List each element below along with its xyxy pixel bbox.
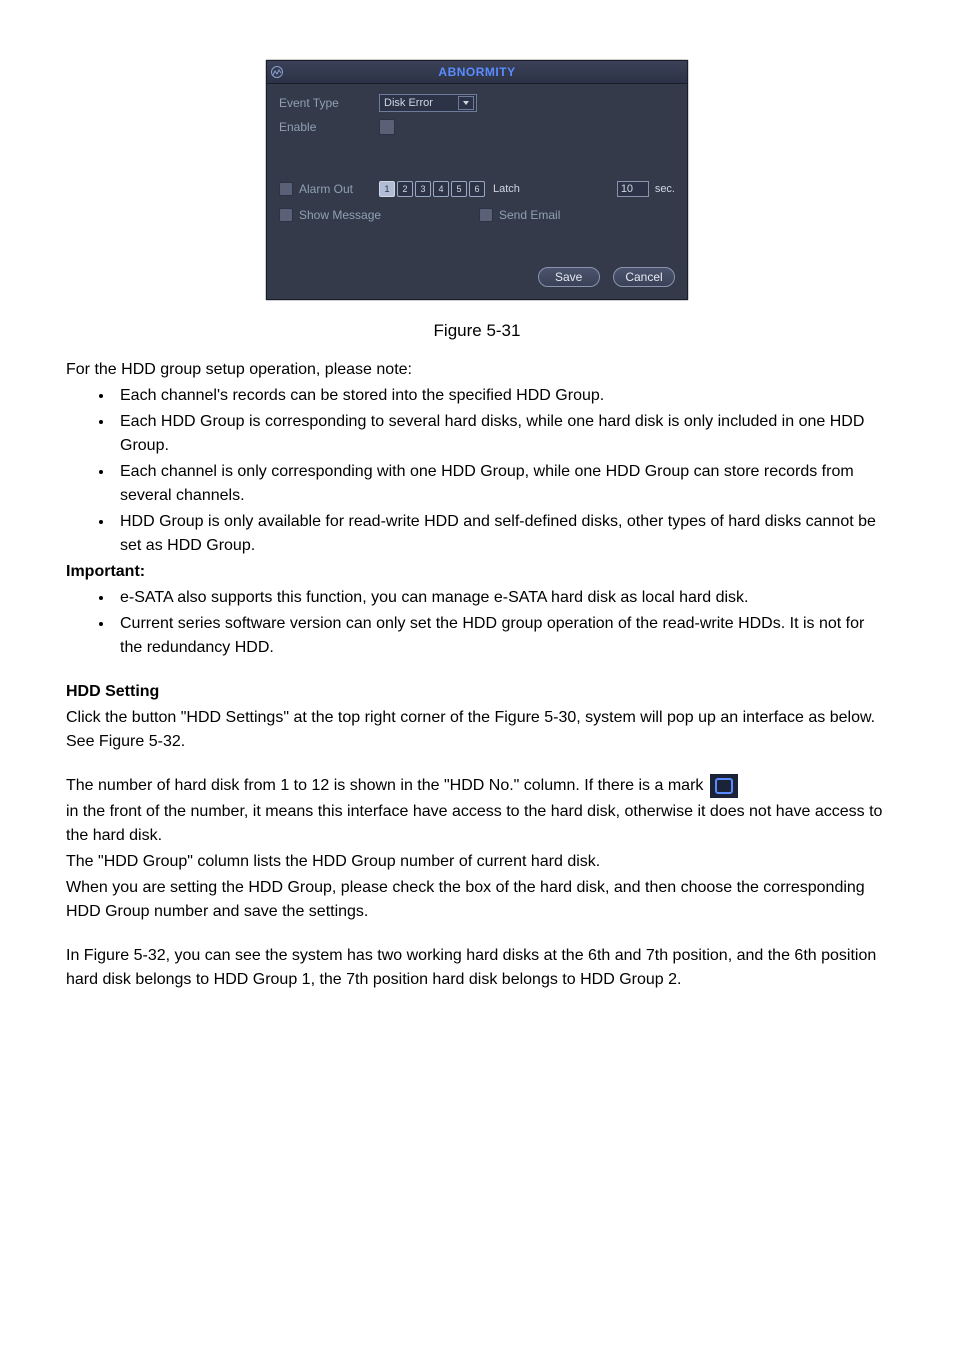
label-send-email: Send Email [499,206,560,224]
channel-5[interactable]: 5 [451,181,467,197]
chevron-down-icon[interactable] [458,96,474,110]
save-button[interactable]: Save [538,267,600,287]
mark-line: The number of hard disk from 1 to 12 is … [66,774,888,798]
channel-3[interactable]: 3 [415,181,431,197]
mark-line-suffix: in the front of the number, it means thi… [66,800,888,848]
hdd-setting-heading: HDD Setting [66,680,888,704]
latch-input[interactable]: 10 [617,181,649,197]
dialog-buttons: Save Cancel [528,267,675,287]
mark-line-prefix: The number of hard disk from 1 to 12 is … [66,777,703,794]
figure-caption: Figure 5-31 [66,318,888,344]
hdd-p5: In Figure 5-32, you can see the system h… [66,944,888,992]
list-item: Each channel's records can be stored int… [114,384,888,408]
row-event-type: Event Type Disk Error [279,94,675,112]
figure-wrapper: ABNORMITY Event Type Disk Error Enable [66,60,888,344]
label-latch: Latch [493,181,520,198]
list-item: Each channel is only corresponding with … [114,460,888,508]
abnormity-dialog: ABNORMITY Event Type Disk Error Enable [266,60,688,300]
show-message-checkbox[interactable] [279,208,293,222]
channel-2[interactable]: 2 [397,181,413,197]
row-alarm-out: Alarm Out 1 2 3 4 5 6 Latch 10 [279,180,675,198]
cancel-button[interactable]: Cancel [613,267,675,287]
alarm-out-option[interactable]: Alarm Out [279,180,379,198]
alarm-out-checkbox[interactable] [279,182,293,196]
label-alarm-out: Alarm Out [299,180,353,198]
hdd-mark-icon [710,774,738,798]
dialog-titlebar: ABNORMITY [267,61,687,84]
row-enable: Enable [279,118,675,136]
window-icon [267,61,287,83]
channel-buttons: 1 2 3 4 5 6 [379,181,485,197]
label-sec: sec. [655,181,675,198]
label-enable: Enable [279,118,379,136]
bullet-list-1: Each channel's records can be stored int… [66,384,888,558]
bullet-list-2: e-SATA also supports this function, you … [66,586,888,660]
row-show-send: Show Message Send Email [279,206,675,224]
channel-1[interactable]: 1 [379,181,395,197]
dialog-body: Event Type Disk Error Enable Alarm Out [267,84,687,299]
list-item: e-SATA also supports this function, you … [114,586,888,610]
intro-line: For the HDD group setup operation, pleas… [66,358,888,382]
document-page: ABNORMITY Event Type Disk Error Enable [0,0,954,1350]
hdd-p3: The "HDD Group" column lists the HDD Gro… [66,850,888,874]
enable-checkbox[interactable] [379,119,395,135]
list-item: Current series software version can only… [114,612,888,660]
channel-4[interactable]: 4 [433,181,449,197]
send-email-checkbox[interactable] [479,208,493,222]
hdd-p4: When you are setting the HDD Group, plea… [66,876,888,924]
hdd-p1: Click the button "HDD Settings" at the t… [66,706,888,754]
list-item: Each HDD Group is corresponding to sever… [114,410,888,458]
send-email-option[interactable]: Send Email [479,206,560,224]
show-message-option[interactable]: Show Message [279,206,479,224]
event-type-select[interactable]: Disk Error [379,94,477,112]
list-item: HDD Group is only available for read-wri… [114,510,888,558]
label-show-message: Show Message [299,206,381,224]
important-heading: Important: [66,560,888,584]
label-event-type: Event Type [279,94,379,112]
alarm-block: Alarm Out 1 2 3 4 5 6 Latch 10 [279,180,675,224]
body-text: For the HDD group setup operation, pleas… [66,358,888,992]
dialog-title: ABNORMITY [287,63,687,81]
event-type-value: Disk Error [384,95,456,112]
channel-6[interactable]: 6 [469,181,485,197]
